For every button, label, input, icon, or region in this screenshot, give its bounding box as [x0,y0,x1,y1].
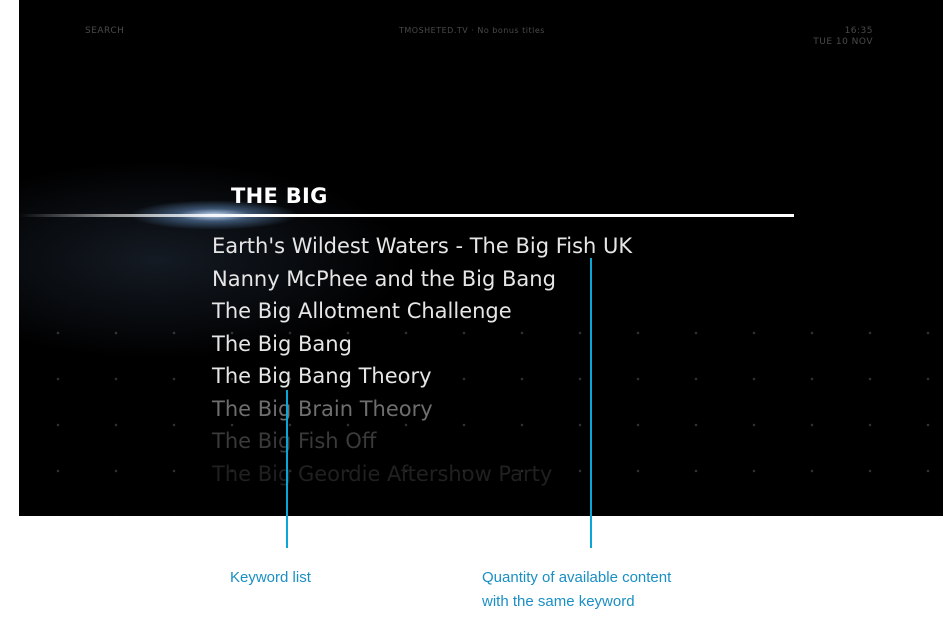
quantity-caption-line1: Quantity of available content [482,569,672,586]
list-item[interactable]: Earth's Wildest Waters - The Big Fish UK [212,230,632,263]
list-item[interactable]: The Big Brain Theory [212,393,632,426]
screen-title: SEARCH [85,26,125,36]
clock-time: 16:35 [844,26,873,36]
quantity-caption-line2: with the same keyword [482,593,635,610]
channel-info: TMOSHETED.TV · No bonus titles [399,26,545,35]
clock: 16:35 TUE 10 NOV [813,26,873,48]
clock-date: TUE 10 NOV [813,37,873,47]
list-item[interactable]: The Big Bang [212,328,632,361]
list-item[interactable]: The Big Geordie Aftershow Party [212,458,632,491]
list-item[interactable]: The Big Allotment Challenge [212,295,632,328]
list-item[interactable]: The Big Fish Off [212,425,632,458]
keyword-list-caption: Keyword list [230,569,311,586]
tv-screen: SEARCH TMOSHETED.TV · No bonus titles 16… [19,0,943,516]
keyword-list-callout-line [286,390,288,548]
focus-divider [19,214,794,217]
quantity-callout-line [590,258,592,548]
list-item[interactable]: The Big Bang Theory [212,360,632,393]
keyword-list: Earth's Wildest Waters - The Big Fish UK… [212,230,632,490]
quantity-caption: Quantity of available content with the s… [482,566,782,614]
list-item[interactable]: Nanny McPhee and the Big Bang [212,263,632,296]
